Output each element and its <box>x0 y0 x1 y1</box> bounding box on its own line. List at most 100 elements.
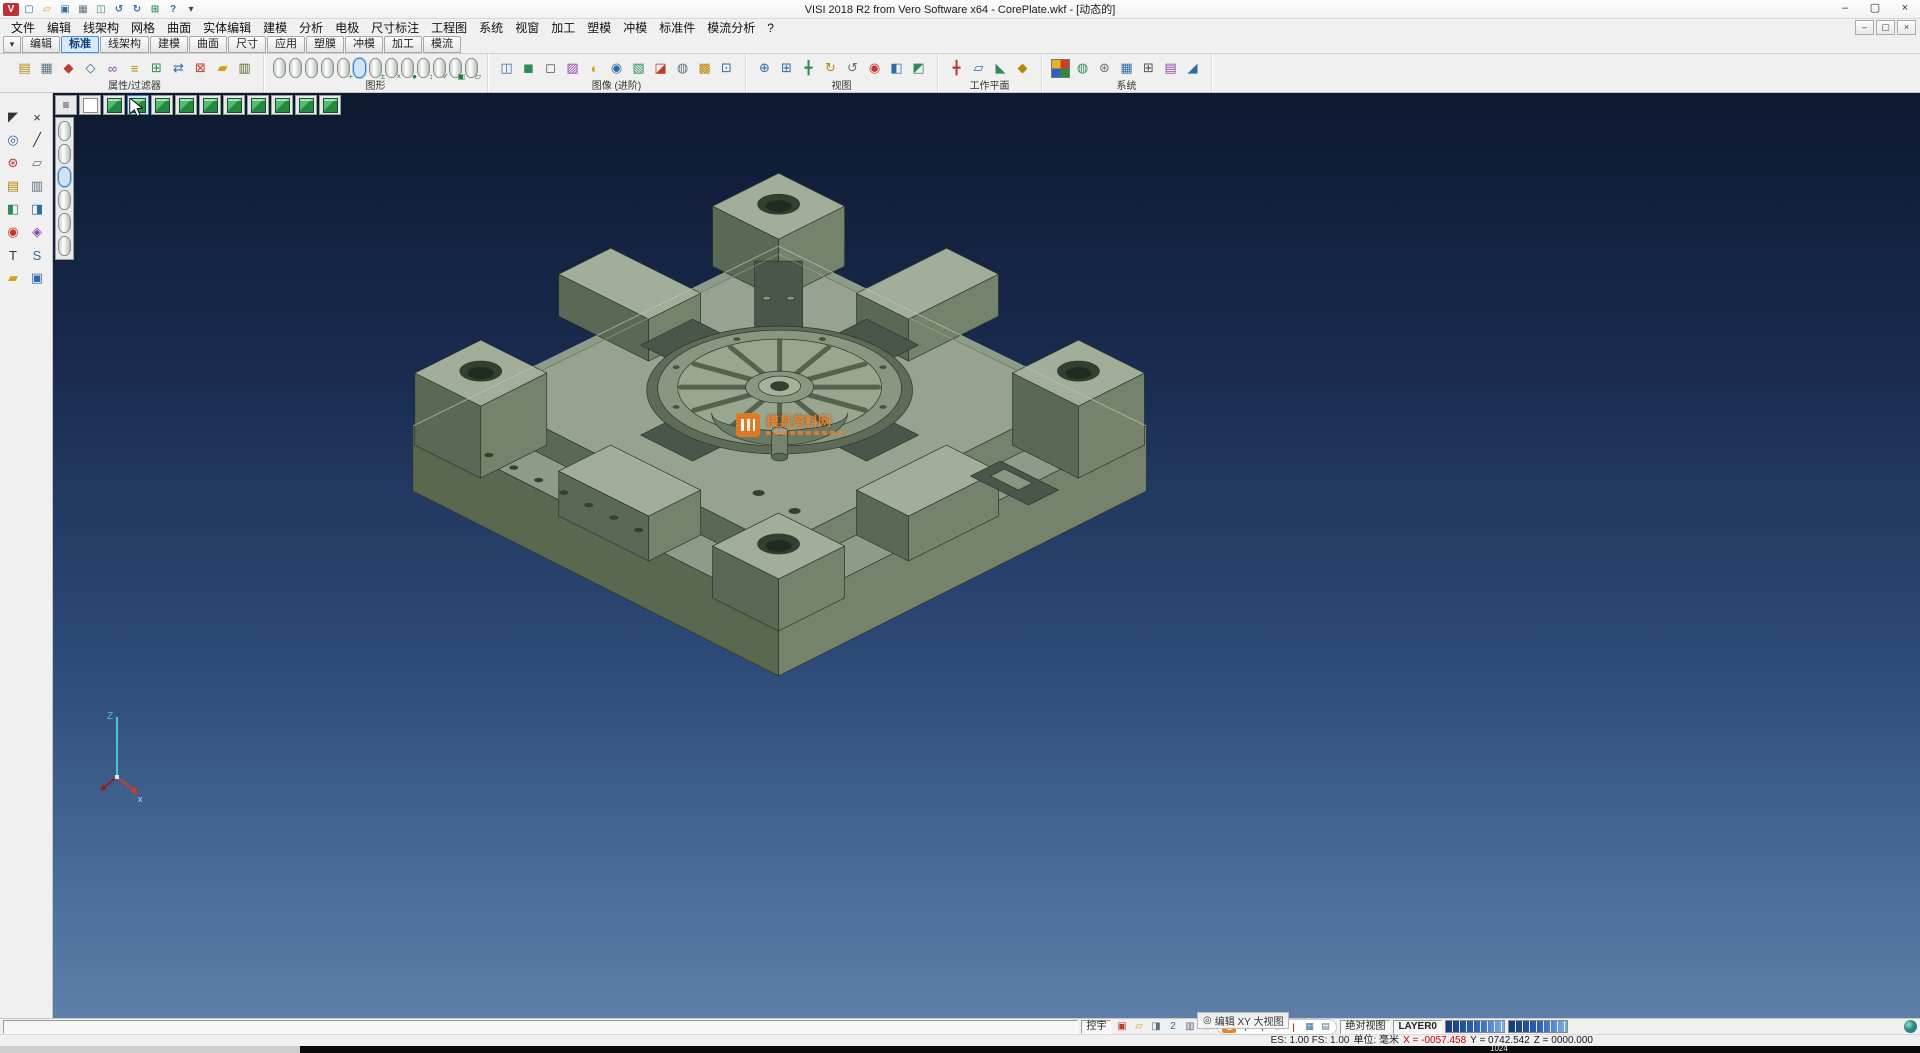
export-icon[interactable]: ⊞ <box>147 3 163 16</box>
lighting-icon[interactable]: ◐ <box>585 59 604 78</box>
strip-cylinder-icon-3[interactable] <box>58 167 71 187</box>
model-canvas[interactable]: ≡ 模具资料网 Z x <box>53 93 1920 1018</box>
save-small-icon[interactable]: ▣ <box>27 268 47 288</box>
status-shade-icon[interactable]: ◨ <box>1148 1020 1163 1033</box>
cut-icon[interactable]: × <box>27 107 47 127</box>
strip-cylinder-icon-2[interactable] <box>58 144 71 164</box>
half-shade-icon[interactable]: ◧ <box>3 199 23 219</box>
globe-settings-icon[interactable]: ◍ <box>1073 59 1092 78</box>
active-layer-field[interactable]: LAYER0 <box>1393 1020 1442 1034</box>
menu-item-0[interactable]: 文件 <box>5 19 41 36</box>
minimize-button[interactable]: – <box>1830 0 1860 18</box>
grid-icon[interactable]: ▦ <box>1117 59 1136 78</box>
perspective-icon[interactable]: ◢ <box>1183 59 1202 78</box>
cylinder-filter-icon-13[interactable]: ▱ <box>465 58 478 78</box>
text-tool-icon[interactable]: T <box>3 245 23 265</box>
ime-keyboard-icon[interactable]: ▦ <box>1302 1021 1316 1033</box>
swap-icon[interactable]: ⇄ <box>169 59 188 78</box>
tab-4[interactable]: 曲面 <box>189 36 227 53</box>
undo-icon[interactable]: ↺ <box>111 3 127 16</box>
shaded-view-icon[interactable]: ◼ <box>519 59 538 78</box>
cylinder-filter-icon-6[interactable] <box>353 58 366 78</box>
iso-view-button-9[interactable] <box>295 95 317 115</box>
zoom-fit-icon[interactable]: ⊕ <box>755 59 774 78</box>
tab-9[interactable]: 加工 <box>384 36 422 53</box>
cylinder-filter-icon-8[interactable]: × <box>385 58 398 78</box>
iso-view-button-5[interactable] <box>199 95 221 115</box>
gem-icon[interactable]: ◈ <box>27 222 47 242</box>
table-icon[interactable]: ▤ <box>1161 59 1180 78</box>
iso-view-button-1[interactable] <box>103 95 125 115</box>
open-file-icon[interactable]: ▱ <box>39 3 55 16</box>
tab-3[interactable]: 建模 <box>150 36 188 53</box>
tab-2[interactable]: 线架构 <box>100 36 149 53</box>
filter-blue-icon[interactable]: ◇ <box>81 59 100 78</box>
cylinder-filter-icon-5[interactable]: + <box>337 58 350 78</box>
stack-icon[interactable]: ≡ <box>125 59 144 78</box>
snap-icon[interactable]: ◎ <box>3 130 23 150</box>
tab-10[interactable]: 模流 <box>423 36 461 53</box>
new-file-icon[interactable]: ▢ <box>21 3 37 16</box>
iso-view-button-6[interactable] <box>223 95 245 115</box>
menu-item-18[interactable]: ? <box>761 21 780 35</box>
workplane-3d-icon[interactable]: ◆ <box>1013 59 1032 78</box>
snapshot-icon[interactable]: ⊡ <box>717 59 736 78</box>
plot-icon[interactable]: ◫ <box>93 3 109 16</box>
menu-item-12[interactable]: 视窗 <box>509 19 545 36</box>
menu-item-6[interactable]: 建模 <box>257 19 293 36</box>
help-icon[interactable]: ? <box>165 3 181 16</box>
tab-7[interactable]: 塑膜 <box>306 36 344 53</box>
transparency-icon[interactable]: ◍ <box>673 59 692 78</box>
filter-red-icon[interactable]: ◆ <box>59 59 78 78</box>
menu-item-17[interactable]: 模流分析 <box>701 19 761 36</box>
iso-view-button-3[interactable] <box>151 95 173 115</box>
camera-icon[interactable]: ◉ <box>607 59 626 78</box>
iso-view-icon[interactable]: ◩ <box>909 59 928 78</box>
tab-5[interactable]: 尺寸 <box>228 36 266 53</box>
cylinder-filter-icon-10[interactable]: ↕ <box>417 58 430 78</box>
view-overlay-toolbar[interactable]: ◎ 编辑 XY 大视图 <box>1197 1012 1289 1029</box>
status-list-icon[interactable]: ▥ <box>1182 1020 1197 1033</box>
properties-icon[interactable]: ▤ <box>15 59 34 78</box>
background-icon[interactable]: ▧ <box>629 59 648 78</box>
quickbar-dropdown-icon[interactable]: ▾ <box>183 3 199 16</box>
erase-attributes-icon[interactable]: ⊠ <box>191 59 210 78</box>
menu-item-14[interactable]: 塑模 <box>581 19 617 36</box>
tabbar-dropdown-icon[interactable]: ▾ <box>3 36 21 53</box>
view-mode-button[interactable]: 绝对视图 <box>1340 1020 1390 1034</box>
layers-icon[interactable]: ▤ <box>3 176 23 196</box>
line-edit-icon[interactable]: ╱ <box>27 130 47 150</box>
workplane-icon[interactable]: ╋ <box>947 59 966 78</box>
viewbar-menu-icon[interactable]: ≡ <box>55 95 77 115</box>
iso-view-button-10[interactable] <box>319 95 341 115</box>
link-icon[interactable]: ∞ <box>103 59 122 78</box>
layer-filter-icon[interactable]: ▥ <box>235 59 254 78</box>
status-flag-icon[interactable]: ▣ <box>1114 1020 1129 1033</box>
top-view-icon[interactable]: ◧ <box>887 59 906 78</box>
cylinder-filter-icon-12[interactable]: ▣ <box>449 58 462 78</box>
ime-toolbox-icon[interactable]: ▤ <box>1318 1021 1332 1033</box>
print-icon[interactable]: ▦ <box>75 3 91 16</box>
system-settings-icon[interactable]: ⊛ <box>1095 59 1114 78</box>
menu-item-7[interactable]: 分析 <box>293 19 329 36</box>
menu-item-1[interactable]: 编辑 <box>41 19 77 36</box>
section-view-icon[interactable]: ◪ <box>651 59 670 78</box>
workplane-view-icon[interactable]: ◣ <box>991 59 1010 78</box>
target-icon[interactable]: ◉ <box>3 222 23 242</box>
cylinder-filter-icon-2[interactable] <box>289 58 302 78</box>
pan-icon[interactable]: ╋ <box>799 59 818 78</box>
maximize-button[interactable]: ▢ <box>1860 0 1890 18</box>
wireframe-view-icon[interactable]: ◫ <box>497 59 516 78</box>
pointer-icon[interactable]: ◤ <box>3 107 23 127</box>
rotate-view-icon[interactable]: ↻ <box>821 59 840 78</box>
strip-cylinder-icon-4[interactable] <box>58 190 71 210</box>
cylinder-filter-icon-4[interactable] <box>321 58 334 78</box>
menu-item-8[interactable]: 电极 <box>329 19 365 36</box>
printer-icon[interactable]: ▦ <box>37 59 56 78</box>
status-counter-icon[interactable]: 2 <box>1165 1020 1180 1033</box>
list-icon[interactable]: ▥ <box>27 176 47 196</box>
dynamic-view-icon[interactable]: ◉ <box>865 59 884 78</box>
menu-item-3[interactable]: 网格 <box>125 19 161 36</box>
hidden-line-icon[interactable]: ◻ <box>541 59 560 78</box>
iso-view-button-8[interactable] <box>271 95 293 115</box>
